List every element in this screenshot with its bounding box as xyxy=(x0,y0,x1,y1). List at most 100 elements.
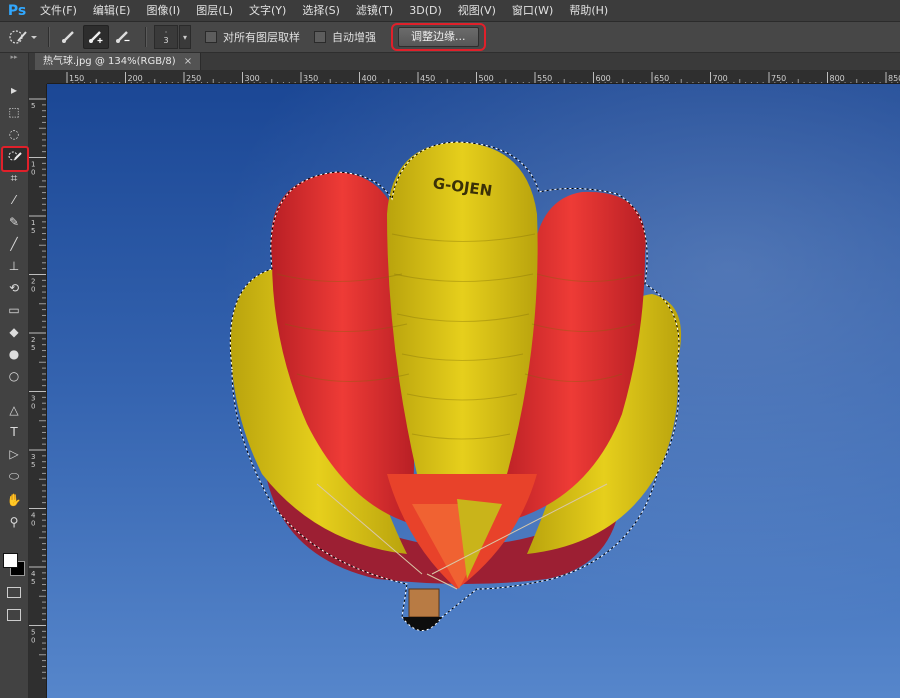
tool-preset-picker[interactable] xyxy=(6,25,40,49)
ruler-label: 650 xyxy=(654,74,669,83)
ruler-origin[interactable] xyxy=(29,70,47,84)
document-canvas[interactable]: G-OJEN xyxy=(47,84,900,698)
options-bar: · 3 ▾ 对所有图层取样 自动增强 调整边缘... xyxy=(0,22,900,53)
menu-bar: Ps 文件(F) 编辑(E) 图像(I) 图层(L) 文字(Y) 选择(S) 滤… xyxy=(0,0,900,22)
ruler-label: 5 xyxy=(31,227,35,235)
crop-tool[interactable]: ⌗ xyxy=(3,168,25,188)
ruler-label: 0 xyxy=(31,520,35,528)
sample-all-layers-label: 对所有图层取样 xyxy=(223,31,300,44)
quick-selection-icon xyxy=(9,30,37,44)
ruler-label: 150 xyxy=(69,74,84,83)
crop-icon: ⌗ xyxy=(10,170,18,185)
vertical-ruler[interactable]: 5101520253035404550 xyxy=(29,84,47,698)
auto-enhance-label: 自动增强 xyxy=(332,31,376,44)
ruler-label: 2 xyxy=(31,278,35,286)
refine-edge-button[interactable]: 调整边缘... xyxy=(398,27,479,47)
clone-stamp-tool[interactable]: ⊥ xyxy=(3,256,25,276)
move-tool[interactable]: ▸ xyxy=(3,80,25,100)
close-icon[interactable]: × xyxy=(184,56,192,67)
path-selection-tool[interactable]: ▷ xyxy=(3,444,25,464)
ruler-label: 0 xyxy=(31,169,35,177)
history-brush-tool[interactable]: ⟲ xyxy=(3,278,25,298)
brush-new-icon xyxy=(62,31,74,43)
brush-tool[interactable]: ╱ xyxy=(3,234,25,254)
marquee-tool[interactable]: ⬚ xyxy=(3,102,25,122)
lasso-tool[interactable]: ◌ xyxy=(3,124,25,144)
pen-icon: △ xyxy=(9,403,19,417)
horizontal-ruler[interactable]: 150 200 250 300 350 400 450 500 550 600 650 700 750 8… xyxy=(47,70,900,84)
ruler-label: 3 xyxy=(31,395,35,403)
ruler-label: 700 xyxy=(713,74,728,83)
foreground-color-swatch[interactable] xyxy=(3,553,18,568)
ruler-label: 500 xyxy=(479,74,494,83)
menu-select[interactable]: 选择(S) xyxy=(294,0,348,21)
healing-brush-tool[interactable]: ✎ xyxy=(3,212,25,232)
screen-mode-button[interactable] xyxy=(7,609,21,621)
quick-selection-icon xyxy=(7,150,23,169)
eyedropper-icon: ⁄ xyxy=(12,193,15,207)
brush-size-picker[interactable]: · 3 xyxy=(154,25,178,49)
zoom-tool[interactable]: ⚲ xyxy=(3,512,25,532)
ruler-label: 3 xyxy=(31,453,35,461)
menu-help[interactable]: 帮助(H) xyxy=(561,0,616,21)
healing-brush-icon: ✎ xyxy=(8,215,20,229)
ruler-label: 5 xyxy=(31,344,35,352)
sample-all-layers-checkbox[interactable]: 对所有图层取样 xyxy=(205,29,300,45)
ruler-label: 0 xyxy=(31,637,35,645)
menu-view[interactable]: 视图(V) xyxy=(450,0,504,21)
paint-bucket-tool[interactable]: ◆ xyxy=(3,322,25,342)
eraser-tool[interactable]: ▭ xyxy=(3,300,25,320)
document-title: 热气球.jpg @ 134%(RGB/8) xyxy=(43,56,176,67)
balloon-basket xyxy=(408,588,440,618)
paint-bucket-icon: ◆ xyxy=(9,325,19,339)
ruler-label: 5 xyxy=(31,102,35,110)
eyedropper-tool[interactable]: ⁄ xyxy=(3,190,25,210)
pen-tool[interactable]: △ xyxy=(3,400,25,420)
brush-size-dropdown[interactable]: ▾ xyxy=(179,25,191,49)
menu-filter[interactable]: 滤镜(T) xyxy=(348,0,401,21)
panel-grip-icon[interactable]: ▸▸ xyxy=(0,53,28,61)
new-selection-button[interactable] xyxy=(57,26,81,48)
brush-subtract-icon xyxy=(116,31,130,43)
menu-layer[interactable]: 图层(L) xyxy=(188,0,241,21)
add-to-selection-button[interactable] xyxy=(83,25,109,49)
brush-add-icon xyxy=(89,31,103,43)
ruler-label: 5 xyxy=(31,461,35,469)
dodge-tool[interactable]: ● xyxy=(3,344,25,364)
tools-panel: ▸▸ ▸ ⬚ ◌ ⌗ ⁄ ✎ ╱ ⊥ ⟲ ▭ ◆ ● ○ △ T ▷ ⬭ ✋ ⚲ xyxy=(0,53,29,698)
ruler-label: 4 xyxy=(31,512,36,520)
ruler-label: 0 xyxy=(31,286,35,294)
auto-enhance-checkbox[interactable]: 自动增强 xyxy=(314,29,376,45)
hand-tool[interactable]: ✋ xyxy=(3,490,25,510)
sponge-tool[interactable]: ○ xyxy=(3,366,25,386)
document-tab-bar: 热气球.jpg @ 134%(RGB/8) × xyxy=(29,53,900,70)
type-tool[interactable]: T xyxy=(3,422,25,442)
ruler-label: 1 xyxy=(31,219,35,227)
ruler-label: 800 xyxy=(830,74,845,83)
ellipse-tool[interactable]: ⬭ xyxy=(3,466,25,486)
checkbox-box[interactable] xyxy=(205,31,217,43)
menu-file[interactable]: 文件(F) xyxy=(32,0,85,21)
dodge-icon: ● xyxy=(8,347,20,361)
document-tab[interactable]: 热气球.jpg @ 134%(RGB/8) × xyxy=(35,53,202,70)
menu-type[interactable]: 文字(Y) xyxy=(241,0,294,21)
ruler-label: 850 xyxy=(888,74,900,83)
ruler-label: 600 xyxy=(596,74,611,83)
eraser-icon: ▭ xyxy=(8,303,20,317)
menu-edit[interactable]: 编辑(E) xyxy=(85,0,139,21)
ruler-label: 4 xyxy=(31,570,36,578)
menu-3d[interactable]: 3D(D) xyxy=(401,0,450,21)
separator xyxy=(48,27,49,47)
ruler-label: 350 xyxy=(303,74,318,83)
quick-mask-button[interactable] xyxy=(7,587,21,598)
balloon-image: G-OJEN xyxy=(47,84,900,698)
menu-window[interactable]: 窗口(W) xyxy=(504,0,561,21)
checkbox-box[interactable] xyxy=(314,31,326,43)
subtract-from-selection-button[interactable] xyxy=(111,26,135,48)
menu-image[interactable]: 图像(I) xyxy=(138,0,188,21)
ruler-label: 5 xyxy=(31,578,35,586)
ruler-label: 450 xyxy=(420,74,435,83)
chevron-down-icon: ▾ xyxy=(182,32,187,42)
history-brush-icon: ⟲ xyxy=(8,281,20,295)
ellipse-icon: ⬭ xyxy=(8,468,20,483)
